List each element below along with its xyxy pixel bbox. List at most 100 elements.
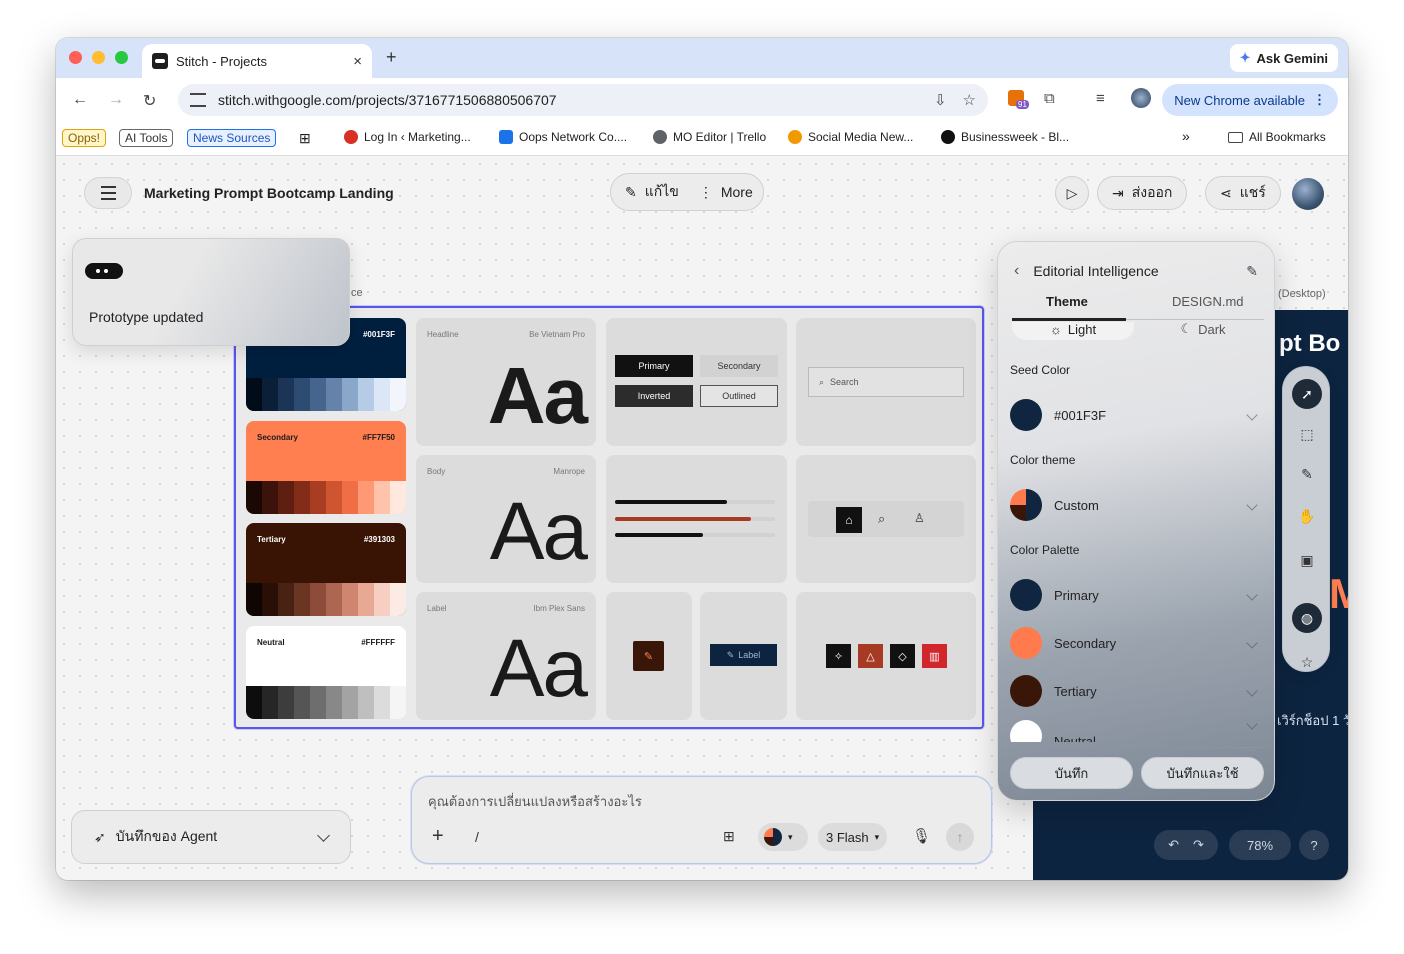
- buttons-card[interactable]: Primary Secondary Inverted Outlined: [606, 318, 787, 446]
- export-button[interactable]: ⇥ ส่งออก: [1097, 176, 1188, 210]
- tag-icon[interactable]: ◇: [890, 644, 915, 668]
- outlined-button-sample[interactable]: Outlined: [700, 385, 778, 407]
- secondary-button-sample[interactable]: Secondary: [700, 355, 778, 377]
- palette-row-neutral[interactable]: Neutral: [1010, 720, 1264, 742]
- bookmark-oops-network[interactable]: Oops Network Co....: [499, 130, 627, 144]
- tab-stitch-projects[interactable]: Stitch - Projects ×: [142, 44, 372, 78]
- reload-icon[interactable]: ↻: [143, 91, 156, 111]
- back-arrow-icon[interactable]: ←: [72, 91, 88, 109]
- prompt-input-box[interactable]: คุณต้องการเปลี่ยนแปลงหรือสร้างอะไร + / ⊞…: [411, 776, 992, 864]
- save-button[interactable]: บันทึก: [1010, 757, 1133, 789]
- minimize-window-button[interactable]: [92, 51, 105, 64]
- more-bookmarks-icon[interactable]: »: [1182, 128, 1190, 144]
- home-icon[interactable]: ⌂: [836, 507, 862, 533]
- design-system-board[interactable]: #001F3F Secondary #FF7F50 Tertiary #391303 Ne…: [234, 306, 984, 729]
- palette-theme-icon[interactable]: ◍: [1292, 603, 1322, 633]
- search-card[interactable]: ⌕ Search: [796, 318, 976, 446]
- light-mode-button[interactable]: ☼ Light: [1012, 322, 1134, 340]
- bookmark-businessweek[interactable]: Businessweek - Bl...: [941, 130, 1069, 144]
- slash-command-button[interactable]: /: [475, 829, 479, 845]
- all-bookmarks-button[interactable]: All Bookmarks: [1228, 130, 1326, 144]
- microphone-icon[interactable]: 🎙: [912, 827, 931, 845]
- model-selector[interactable]: 3 Flash ▾: [818, 823, 888, 851]
- send-arrow-icon[interactable]: ↑: [946, 823, 974, 851]
- pencil-icon[interactable]: ✎: [625, 184, 637, 201]
- install-app-icon[interactable]: ⇩: [934, 91, 947, 109]
- bookmark-social-media[interactable]: Social Media New...: [788, 130, 913, 144]
- new-chrome-available-button[interactable]: New Chrome available ⋮: [1162, 84, 1338, 116]
- dark-mode-button[interactable]: ☾ Dark: [1142, 322, 1264, 340]
- typography-body-card[interactable]: Body Manrope Aa: [416, 455, 596, 583]
- address-bar[interactable]: stitch.withgoogle.com/projects/371677150…: [178, 84, 988, 116]
- image-tool-icon[interactable]: ▣: [1292, 545, 1322, 575]
- more-button[interactable]: More: [721, 184, 753, 200]
- new-tab-button[interactable]: +: [386, 47, 397, 68]
- edit-pencil-icon[interactable]: ✎: [1246, 263, 1258, 280]
- typography-label-card[interactable]: Label Ibm Plex Sans Aa: [416, 592, 596, 720]
- trash-icon[interactable]: ▥: [922, 644, 947, 668]
- profile-icon[interactable]: ♙: [914, 511, 925, 525]
- add-screen-icon[interactable]: ⊞: [723, 828, 735, 845]
- select-cursor-icon[interactable]: ➚: [1292, 379, 1322, 409]
- close-window-button[interactable]: [69, 51, 82, 64]
- star-icon[interactable]: ☆: [1292, 647, 1322, 677]
- extensions-puzzle-icon[interactable]: ⧉: [1044, 90, 1055, 107]
- bookmark-folder-ai-tools[interactable]: AI Tools: [119, 129, 174, 147]
- tab-design-md[interactable]: DESIGN.md: [1172, 294, 1244, 309]
- magic-wand-icon[interactable]: ✧: [826, 644, 851, 668]
- theme-picker-button[interactable]: ▾: [758, 823, 808, 851]
- bookmark-mo-editor[interactable]: MO Editor | Trello: [653, 130, 766, 144]
- main-menu-button[interactable]: [84, 177, 132, 209]
- edit-icon-button-sample[interactable]: ✎: [633, 641, 664, 671]
- hand-pan-icon[interactable]: ✋: [1292, 501, 1322, 531]
- apps-grid-icon[interactable]: ⊞: [299, 130, 311, 147]
- inverted-button-sample[interactable]: Inverted: [615, 385, 693, 407]
- preview-play-button[interactable]: ▷: [1055, 176, 1089, 210]
- tab-close-icon[interactable]: ×: [353, 53, 362, 70]
- palette-row-primary[interactable]: Primary: [1010, 576, 1264, 614]
- help-button[interactable]: ?: [1299, 830, 1329, 860]
- bookmark-star-icon[interactable]: ☆: [963, 91, 976, 109]
- marquee-select-icon[interactable]: ⬚: [1292, 419, 1322, 449]
- zoom-window-button[interactable]: [115, 51, 128, 64]
- bookmark-marketing-login[interactable]: Log In ‹ Marketing...: [344, 130, 471, 144]
- color-swatch-card[interactable]: Tertiary #391303: [246, 523, 406, 616]
- extension-icon[interactable]: 91: [1008, 90, 1029, 110]
- color-swatch-card[interactable]: Neutral #FFFFFF: [246, 626, 406, 719]
- bookmark-folder-news-sources[interactable]: News Sources: [187, 129, 277, 147]
- pencil-tool-icon[interactable]: ✎: [1292, 459, 1322, 489]
- search-input-sample[interactable]: ⌕ Search: [808, 367, 964, 397]
- back-chevron-icon[interactable]: ‹: [1014, 262, 1019, 280]
- media-controls-icon[interactable]: ≡: [1096, 90, 1105, 107]
- prompt-placeholder[interactable]: คุณต้องการเปลี่ยนแปลงหรือสร้างอะไร: [428, 791, 642, 812]
- kebab-menu-icon[interactable]: ⋮: [1313, 92, 1326, 108]
- kebab-icon[interactable]: ⋮: [699, 184, 713, 201]
- site-settings-icon[interactable]: [190, 93, 206, 107]
- redo-icon[interactable]: ↷: [1193, 837, 1204, 853]
- color-theme-dropdown[interactable]: Custom: [1010, 486, 1264, 524]
- edit-button[interactable]: แก้ไข: [645, 181, 679, 203]
- seed-color-dropdown[interactable]: #001F3F: [1010, 396, 1264, 434]
- color-swatch-card[interactable]: Secondary #FF7F50: [246, 421, 406, 514]
- search-icon[interactable]: ⌕: [878, 511, 885, 527]
- design-canvas[interactable]: Marketing Prompt Bootcamp Landing ✎ แก้ไ…: [56, 156, 1348, 880]
- zoom-level[interactable]: 78%: [1229, 830, 1291, 860]
- url-text[interactable]: stitch.withgoogle.com/projects/371677150…: [218, 92, 557, 108]
- undo-icon[interactable]: ↶: [1168, 837, 1179, 853]
- tab-theme[interactable]: Theme: [1046, 294, 1088, 309]
- agent-log-dropdown[interactable]: ➶ บันทึกของ Agent: [71, 810, 351, 864]
- add-plus-icon[interactable]: +: [432, 825, 444, 848]
- label-chip-sample[interactable]: ✎ Label: [710, 644, 777, 666]
- palette-row-secondary[interactable]: Secondary: [1010, 624, 1264, 662]
- typography-headline-card[interactable]: Headline Be Vietnam Pro Aa: [416, 318, 596, 446]
- profile-avatar-icon[interactable]: [1131, 88, 1151, 108]
- primary-button-sample[interactable]: Primary: [615, 355, 693, 377]
- forward-arrow-icon[interactable]: →: [108, 91, 124, 109]
- bookmark-folder-opps[interactable]: Opps!: [62, 129, 107, 147]
- palette-row-tertiary[interactable]: Tertiary: [1010, 672, 1264, 710]
- ask-gemini-button[interactable]: ✦ Ask Gemini: [1229, 44, 1338, 72]
- save-and-apply-button[interactable]: บันทึกและใช้: [1141, 757, 1264, 789]
- share-button[interactable]: ⋖ แชร์: [1205, 176, 1281, 210]
- user-avatar[interactable]: [1292, 178, 1324, 210]
- shapes-icon[interactable]: △: [858, 644, 883, 668]
